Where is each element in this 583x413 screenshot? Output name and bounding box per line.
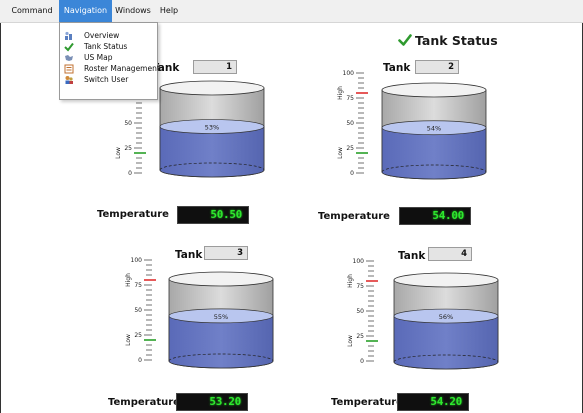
menu-item-label: US Map <box>84 53 113 62</box>
tank-top <box>159 80 265 96</box>
scale-tick-label: 75 <box>346 95 354 102</box>
tank-liquid <box>168 315 274 369</box>
menu-item-tank-status[interactable]: Tank Status <box>60 41 157 52</box>
low-label: Low <box>115 147 122 159</box>
scale-tick-label: 25 <box>134 332 142 339</box>
temperature-display: 53.20 <box>176 393 248 411</box>
level-percent: 54% <box>427 125 441 133</box>
level-scale: 100 75 50 25 0 High Low <box>337 70 368 177</box>
tank-label: Tank <box>398 250 426 262</box>
roster-icon <box>64 64 74 74</box>
page-title: Tank Status <box>398 32 498 50</box>
level-scale: 100 75 50 25 0 High Low <box>347 258 378 365</box>
menu-item-label: Roster Management <box>84 64 160 73</box>
menu-item-overview[interactable]: Overview <box>60 30 157 41</box>
tank-label: Tank <box>175 249 203 261</box>
menu-item-label: Overview <box>84 31 120 40</box>
checkmark-icon <box>64 42 74 52</box>
menu-item-label: Switch User <box>84 75 129 84</box>
tank-number-field: 3 <box>204 246 248 260</box>
page-title-text: Tank Status <box>415 33 498 48</box>
scale-tick-label: 25 <box>356 333 364 340</box>
level-percent: 56% <box>439 313 453 321</box>
tank-top <box>393 272 499 288</box>
tank-top <box>168 271 274 287</box>
map-icon <box>65 55 73 61</box>
scale-tick-label: 0 <box>350 170 354 177</box>
tank-liquid <box>393 315 499 370</box>
scale-tick-label: 0 <box>138 357 142 364</box>
low-label: Low <box>347 335 354 347</box>
window-frame-left <box>0 23 1 413</box>
high-label: High <box>337 86 344 100</box>
menu-windows[interactable]: Windows <box>113 0 153 22</box>
level-percent: 55% <box>214 313 228 321</box>
tank-cylinder: 56% <box>393 272 499 370</box>
scale-tick-label: 75 <box>356 283 364 290</box>
scale-tick-label: 0 <box>360 358 364 365</box>
scale-tick-label: 100 <box>353 258 365 265</box>
tank-liquid <box>159 126 265 178</box>
scale-tick-label: 75 <box>134 282 142 289</box>
temperature-display: 54.00 <box>399 207 471 225</box>
scale-tick-label: 100 <box>131 257 143 264</box>
overview-icon <box>65 31 72 40</box>
menu-item-switch-user[interactable]: Switch User <box>60 74 157 85</box>
temperature-label: Temperature <box>318 211 390 222</box>
temperature-label: Temperature <box>108 397 180 408</box>
low-label: Low <box>337 147 344 159</box>
scale-tick-label: 50 <box>346 120 354 127</box>
high-label: High <box>347 274 354 288</box>
tank-number-field: 4 <box>428 247 472 261</box>
menu-command[interactable]: Command <box>6 0 58 22</box>
menu-item-label: Tank Status <box>84 42 128 51</box>
scale-tick-label: 50 <box>134 307 142 314</box>
low-label: Low <box>125 334 132 346</box>
tank-cylinder: 54% <box>381 82 487 180</box>
menu-item-roster-management[interactable]: Roster Management <box>60 63 160 74</box>
temperature-display: 54.20 <box>397 393 469 411</box>
scale-tick-label: 100 <box>343 70 355 77</box>
temperature-display: 50.50 <box>177 206 249 224</box>
tank-top <box>381 82 487 98</box>
tank-liquid <box>381 127 487 180</box>
level-scale: 100 75 50 25 0 High Low <box>125 257 156 364</box>
temperature-label: Temperature <box>97 209 169 220</box>
menu-item-us-map[interactable]: US Map <box>60 52 157 63</box>
scale-tick-label: 50 <box>124 120 132 127</box>
level-percent: 53% <box>205 124 219 132</box>
tank-number-field: 2 <box>415 60 459 74</box>
scale-tick-label: 0 <box>128 170 132 177</box>
temperature-label: Temperature <box>331 397 403 408</box>
scale-tick-label: 25 <box>346 145 354 152</box>
tank-label: Tank <box>383 62 411 74</box>
tank-cylinder: 53% <box>159 80 265 178</box>
navigation-dropdown-menu: Overview Tank Status US Map Roster Manag… <box>59 22 160 100</box>
menu-bar: Command Navigation Windows Help <box>0 0 583 23</box>
scale-tick-label: 25 <box>124 145 132 152</box>
scale-tick-label: 50 <box>356 308 364 315</box>
menu-help[interactable]: Help <box>154 0 184 22</box>
checkmark-icon <box>398 34 412 46</box>
switch-user-icon <box>65 76 73 84</box>
tank-number-field: 1 <box>193 60 237 74</box>
high-label: High <box>125 273 132 287</box>
tank-cylinder: 55% <box>168 271 274 369</box>
menu-navigation[interactable]: Navigation <box>59 0 112 22</box>
